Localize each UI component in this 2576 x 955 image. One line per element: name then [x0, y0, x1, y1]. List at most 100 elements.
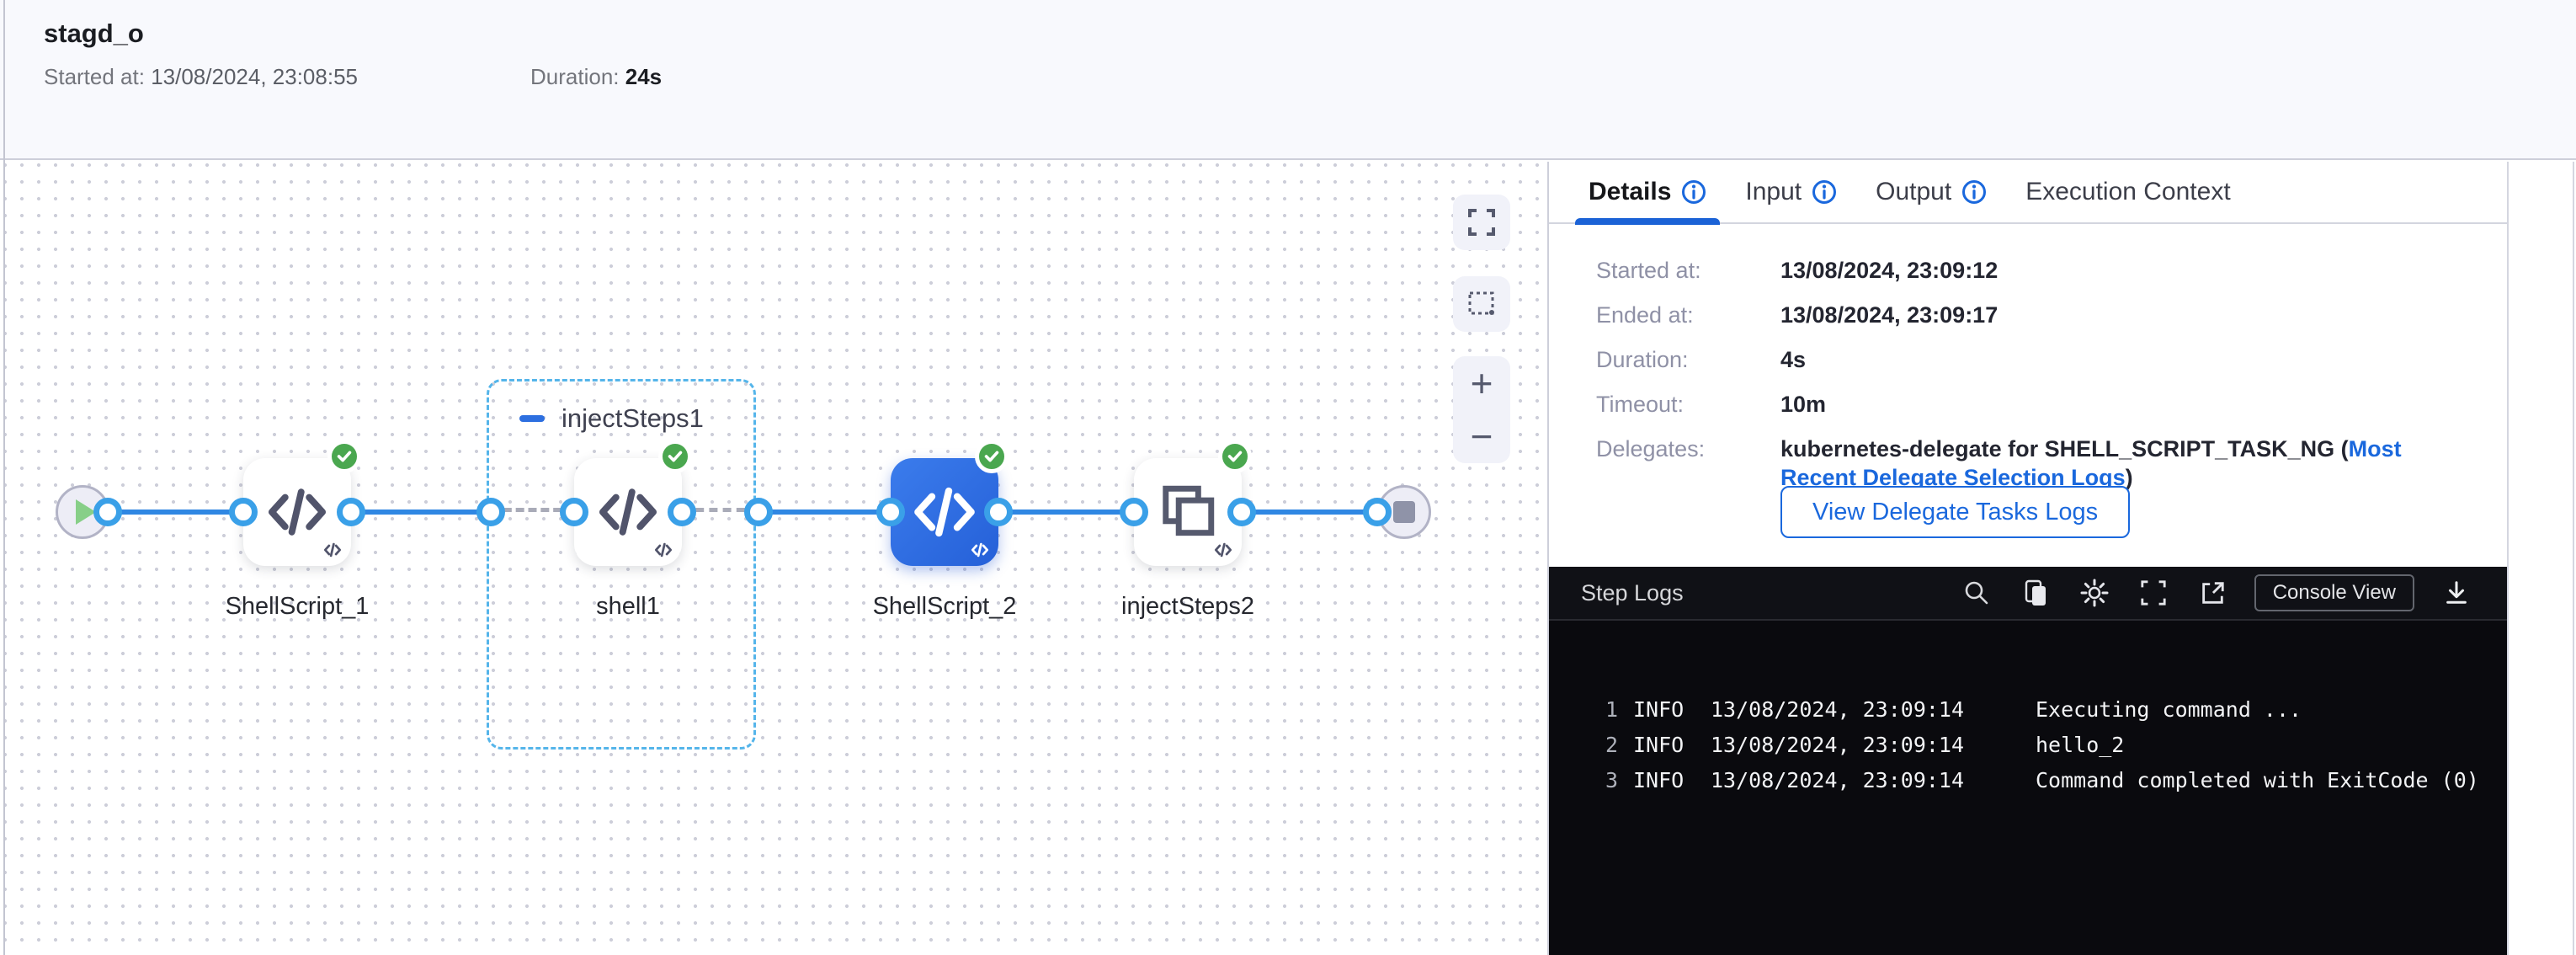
tab-input[interactable]: Input — [1745, 161, 1837, 223]
detail-value: 10m — [1780, 390, 1826, 419]
canvas-marquee-select-button[interactable] — [1453, 276, 1510, 332]
node-shell1[interactable] — [574, 458, 682, 566]
duration-label: Duration: — [530, 64, 620, 89]
step-logs-output[interactable]: 1 INFO 13/08/2024, 23:09:14 Executing co… — [1549, 622, 2507, 955]
step-logs-title: Step Logs — [1581, 580, 1684, 606]
log-line-number: 2 — [1589, 733, 1618, 757]
detail-value: 4s — [1780, 345, 1806, 374]
pipeline-canvas[interactable]: injectSteps1 — [5, 162, 1546, 955]
step-group-icon — [1157, 481, 1219, 543]
zoom-in-button[interactable]: + — [1453, 356, 1510, 410]
port[interactable] — [876, 498, 905, 526]
edge-injectsteps2-to-end — [1242, 510, 1377, 515]
node-box[interactable] — [243, 458, 351, 566]
port[interactable] — [560, 498, 588, 526]
mini-code-icon — [970, 541, 990, 559]
node-label-shell1: shell1 — [502, 593, 754, 621]
log-message: Command completed with ExitCode (0) — [2036, 768, 2479, 792]
node-shellscript2-selected[interactable] — [891, 458, 998, 566]
view-delegate-tasks-logs-button[interactable]: View Delegate Tasks Logs — [1780, 486, 2130, 538]
edge-shellscript1-to-group — [351, 510, 491, 515]
window-left-border — [3, 0, 5, 955]
port[interactable] — [229, 498, 258, 526]
expand-logs-button[interactable] — [2137, 576, 2170, 610]
console-view-button[interactable]: Console View — [2254, 574, 2414, 611]
copy-logs-button[interactable] — [2019, 576, 2052, 610]
log-line: 1 INFO 13/08/2024, 23:09:14 Executing co… — [1589, 691, 2507, 727]
log-message: Executing command ... — [2036, 697, 2302, 722]
tab-execution-context[interactable]: Execution Context — [2025, 161, 2230, 223]
success-check-icon — [975, 440, 1009, 473]
tab-details[interactable]: Details — [1589, 161, 1706, 223]
open-logs-new-tab-button[interactable] — [2195, 576, 2229, 610]
node-label-shellscript1: ShellScript_1 — [171, 593, 423, 621]
tab-output[interactable]: Output — [1876, 161, 1987, 223]
canvas-fullscreen-button[interactable] — [1453, 195, 1510, 250]
mini-code-icon — [322, 541, 343, 559]
detail-label: Delegates: — [1596, 435, 1780, 492]
log-line: 2 INFO 13/08/2024, 23:09:14 hello_2 — [1589, 727, 2507, 762]
detail-value: 13/08/2024, 23:09:12 — [1780, 256, 1998, 285]
detail-row-started: Started at: 13/08/2024, 23:09:12 — [1596, 256, 2472, 285]
node-box[interactable] — [891, 458, 998, 566]
port[interactable] — [668, 498, 696, 526]
port[interactable] — [93, 498, 122, 526]
success-check-icon — [327, 440, 361, 473]
started-at-label: Started at: — [44, 64, 145, 89]
step-logs-panel: Step Logs — [1549, 567, 2507, 955]
log-timestamp: 13/08/2024, 23:09:14 — [1711, 768, 2005, 792]
detail-row-ended: Ended at: 13/08/2024, 23:09:17 — [1596, 301, 2472, 329]
edge-group-to-shellscript2 — [758, 510, 891, 515]
stop-icon — [1393, 501, 1415, 523]
download-logs-button[interactable] — [2440, 576, 2473, 610]
port[interactable] — [984, 498, 1013, 526]
started-at-row: Started at: 13/08/2024, 23:08:55 — [44, 64, 358, 90]
duration-row: Duration: 24s — [530, 64, 662, 90]
detail-value: 13/08/2024, 23:09:17 — [1780, 301, 1998, 329]
delegates-value: kubernetes-delegate for SHELL_SCRIPT_TAS… — [1780, 435, 2462, 492]
log-level: INFO — [1633, 733, 1690, 757]
detail-row-duration: Duration: 4s — [1596, 345, 2472, 374]
port[interactable] — [476, 498, 505, 526]
port[interactable] — [1120, 498, 1148, 526]
detail-label: Started at: — [1596, 256, 1780, 285]
port[interactable] — [1227, 498, 1256, 526]
download-icon — [2443, 579, 2470, 606]
port[interactable] — [1363, 498, 1392, 526]
port[interactable] — [744, 498, 773, 526]
edge-start-to-shellscript1 — [108, 510, 243, 515]
node-box[interactable] — [574, 458, 682, 566]
node-injectsteps2[interactable] — [1134, 458, 1242, 566]
detail-label: Duration: — [1596, 345, 1780, 374]
node-box[interactable] — [1134, 458, 1242, 566]
right-gutter — [2507, 162, 2574, 955]
collapse-group-icon[interactable] — [519, 415, 545, 422]
shell-script-icon — [911, 478, 978, 546]
info-icon[interactable] — [1812, 179, 1837, 205]
gear-icon — [2079, 578, 2110, 608]
info-icon[interactable] — [1961, 179, 1987, 205]
step-logs-toolbar: Console View — [1960, 574, 2473, 611]
detail-label: Ended at: — [1596, 301, 1780, 329]
stage-title: stagd_o — [44, 19, 144, 49]
details-content: Started at: 13/08/2024, 23:09:12 Ended a… — [1596, 256, 2472, 508]
execution-header: stagd_o Started at: 13/08/2024, 23:08:55… — [0, 0, 2576, 160]
step-group-header: injectSteps1 — [519, 403, 704, 434]
detail-row-delegates: Delegates: kubernetes-delegate for SHELL… — [1596, 435, 2472, 492]
log-settings-button[interactable] — [2078, 576, 2111, 610]
mini-code-icon — [1213, 541, 1233, 559]
log-line-number: 3 — [1589, 768, 1618, 792]
edge-shellscript2-to-injectsteps2 — [998, 510, 1134, 515]
node-label-injectsteps2: injectSteps2 — [1062, 593, 1314, 621]
success-check-icon — [658, 440, 692, 473]
search-logs-button[interactable] — [1960, 576, 1993, 610]
info-icon[interactable] — [1681, 179, 1706, 205]
started-at-value: 13/08/2024, 23:08:55 — [151, 64, 358, 89]
copy-icon — [2021, 579, 2050, 607]
log-timestamp: 13/08/2024, 23:09:14 — [1711, 697, 2005, 722]
node-shellscript1[interactable] — [243, 458, 351, 566]
step-logs-header: Step Logs — [1549, 567, 2507, 621]
port[interactable] — [337, 498, 365, 526]
success-check-icon — [1218, 440, 1252, 473]
zoom-out-button[interactable]: − — [1453, 410, 1510, 464]
